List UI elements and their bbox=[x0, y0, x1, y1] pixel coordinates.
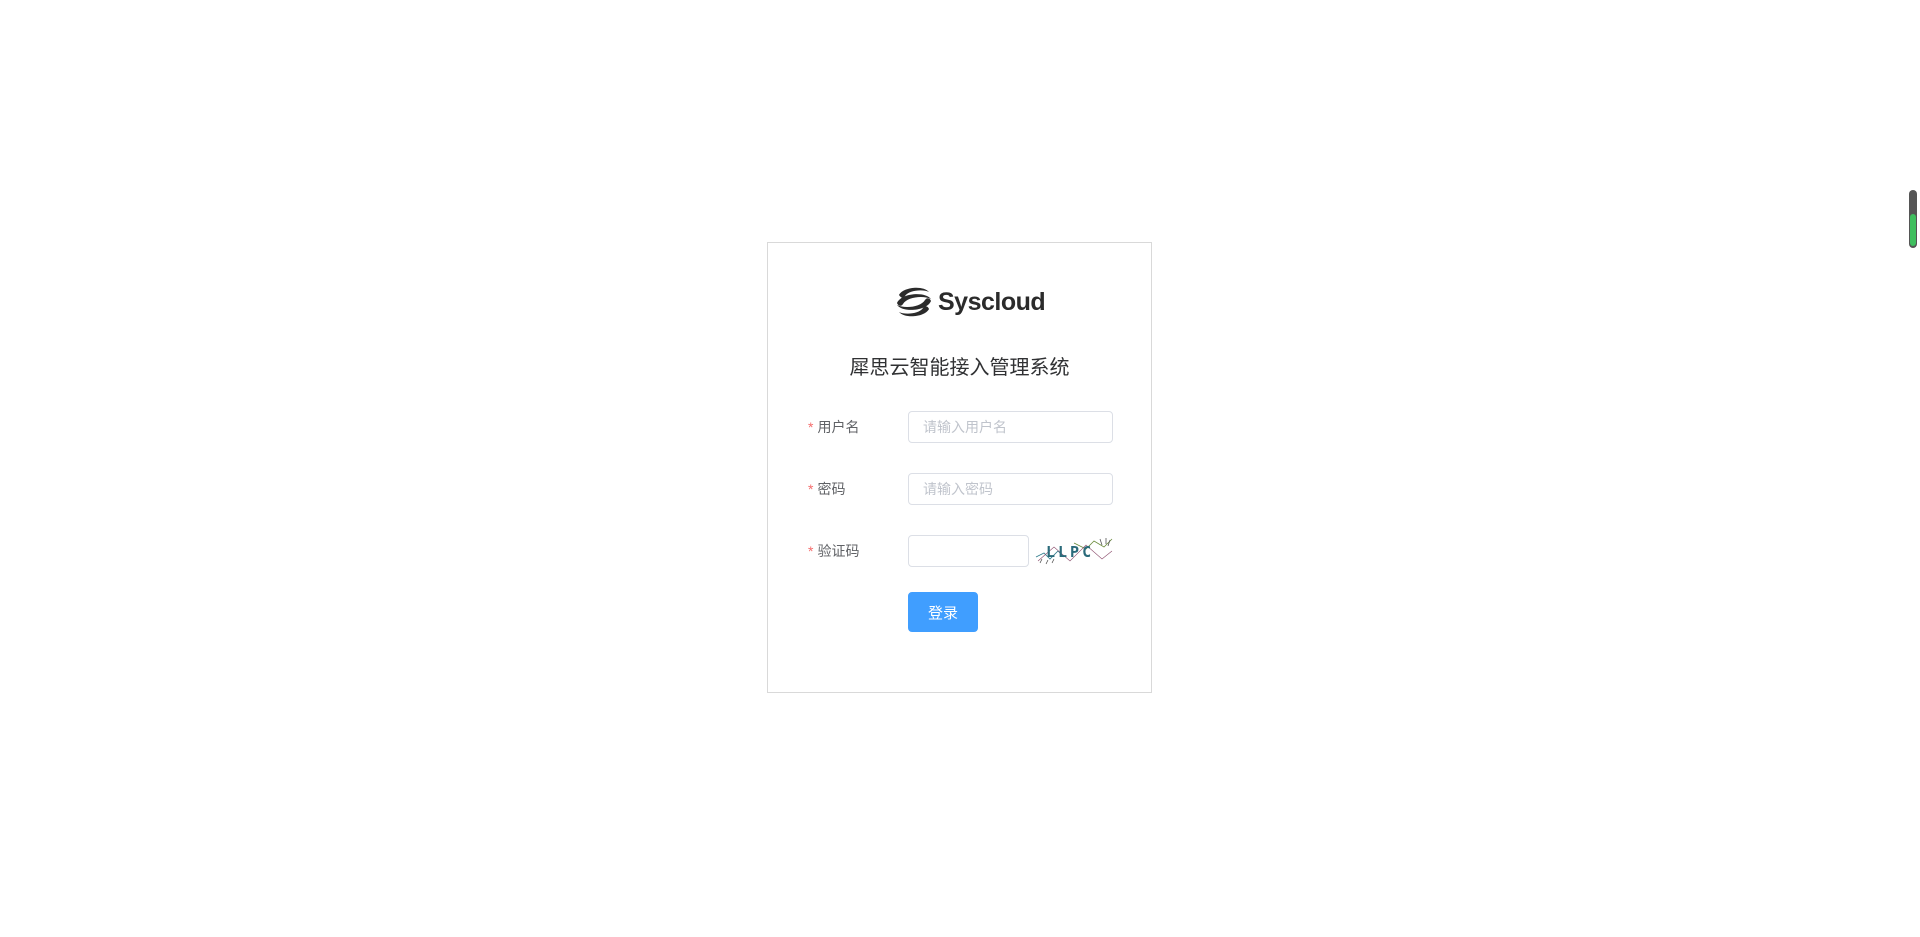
captcha-image-text: LLPC bbox=[1046, 543, 1094, 561]
login-page: Syscloud 犀思云智能接入管理系统 * 用户名 * 密码 * 验证码 bbox=[0, 0, 1920, 937]
captcha-input[interactable] bbox=[908, 534, 1029, 567]
username-label: * 用户名 bbox=[808, 417, 908, 437]
password-row: * 密码 bbox=[808, 472, 1113, 505]
password-label: * 密码 bbox=[808, 479, 908, 499]
login-button[interactable]: 登录 bbox=[908, 592, 978, 632]
captcha-image[interactable]: LLPC bbox=[1034, 535, 1114, 567]
scroll-level-fill bbox=[1910, 214, 1916, 246]
password-label-text: 密码 bbox=[817, 480, 846, 497]
password-input[interactable] bbox=[908, 472, 1113, 505]
captcha-label-text: 验证码 bbox=[817, 542, 860, 559]
username-input[interactable] bbox=[908, 410, 1113, 443]
username-row: * 用户名 bbox=[808, 410, 1113, 443]
login-card: Syscloud 犀思云智能接入管理系统 * 用户名 * 密码 * 验证码 bbox=[767, 242, 1152, 693]
captcha-label: * 验证码 bbox=[808, 541, 908, 561]
syscloud-logo-icon bbox=[897, 287, 931, 317]
logo-text: Syscloud bbox=[938, 287, 1046, 316]
username-label-text: 用户名 bbox=[817, 418, 860, 435]
required-mark: * bbox=[808, 542, 814, 559]
scroll-level-indicator bbox=[1909, 190, 1917, 248]
required-mark: * bbox=[808, 480, 814, 497]
required-mark: * bbox=[808, 418, 814, 435]
logo: Syscloud bbox=[893, 281, 1046, 323]
system-title: 犀思云智能接入管理系统 bbox=[849, 357, 1070, 379]
captcha-row: * 验证码 LLPC bbox=[808, 534, 1114, 567]
